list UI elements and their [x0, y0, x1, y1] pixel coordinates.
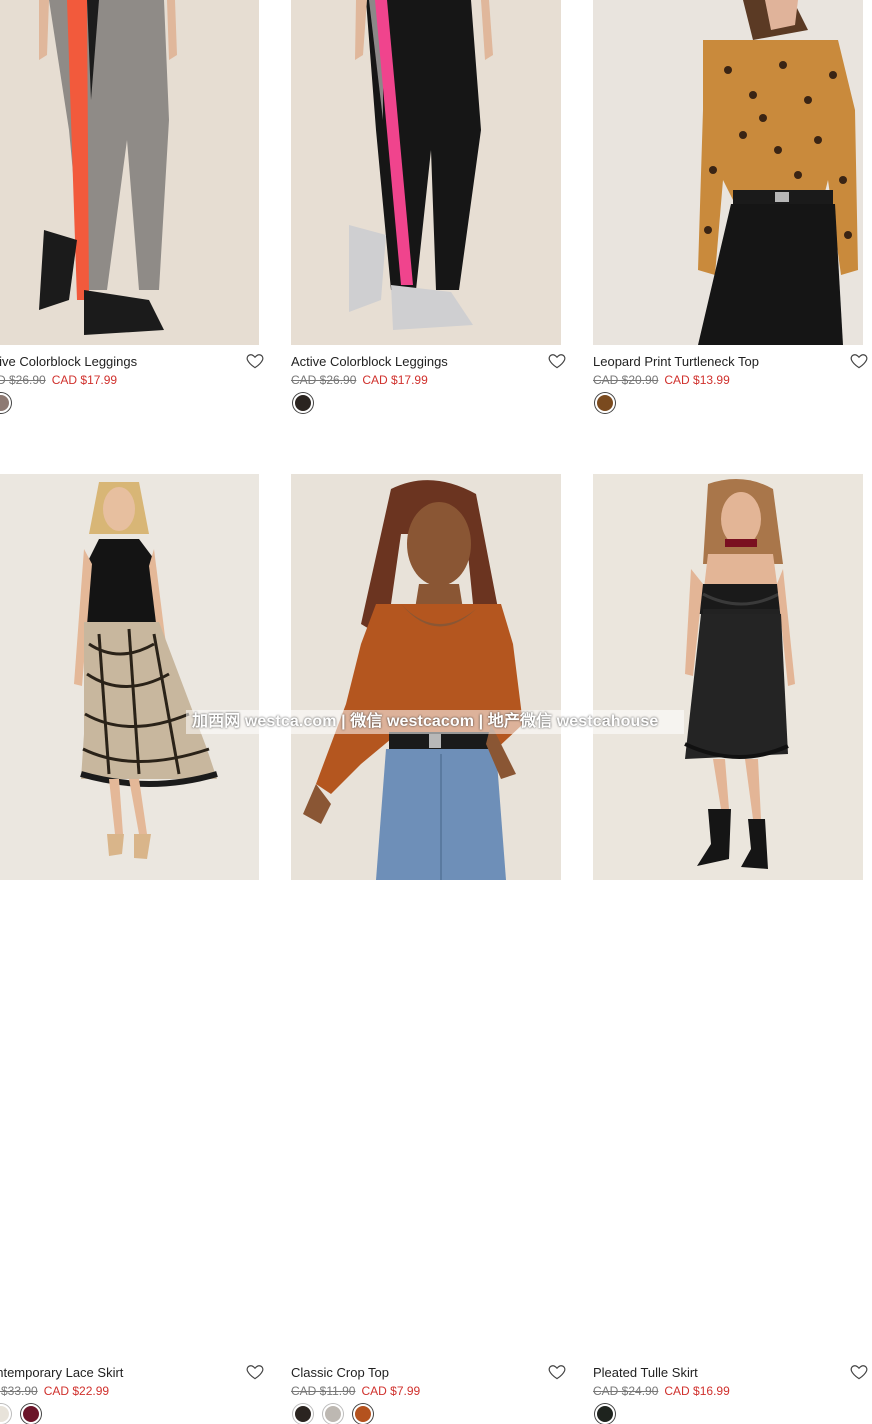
heart-icon[interactable] — [849, 1362, 869, 1382]
color-swatches — [0, 393, 11, 413]
product-image[interactable] — [593, 0, 863, 345]
product-image[interactable] — [291, 0, 561, 345]
color-swatches — [0, 1404, 41, 1424]
product-name[interactable]: Leopard Print Turtleneck Top — [593, 354, 759, 369]
color-swatch[interactable] — [595, 393, 615, 413]
watermark-banner: 加西网 westca.com | 微信 westcacom | 地产微信 wes… — [186, 710, 684, 734]
original-price: CAD $24.90 — [593, 1384, 659, 1398]
original-price: CAD $20.90 — [593, 373, 659, 387]
product-name[interactable]: Active Colorblock Leggings — [291, 354, 448, 369]
color-swatch[interactable] — [0, 393, 11, 413]
product-image[interactable] — [593, 474, 863, 880]
original-price: CAD $26.90 — [291, 373, 357, 387]
color-swatch[interactable] — [293, 1404, 313, 1424]
product-image[interactable] — [291, 474, 561, 880]
heart-icon[interactable] — [245, 1362, 265, 1382]
product-name[interactable]: Classic Crop Top — [291, 1365, 389, 1380]
sale-price: CAD $17.99 — [362, 373, 428, 387]
color-swatches — [293, 393, 313, 413]
original-price: AD $26.90 — [0, 373, 46, 387]
color-swatches — [595, 393, 615, 413]
heart-icon[interactable] — [547, 1362, 567, 1382]
color-swatch[interactable] — [293, 393, 313, 413]
color-swatches — [595, 1404, 615, 1424]
product-image[interactable] — [0, 0, 259, 345]
color-swatch[interactable] — [0, 1404, 11, 1424]
heart-icon[interactable] — [245, 351, 265, 371]
sale-price: CAD $7.99 — [361, 1384, 421, 1398]
heart-icon[interactable] — [547, 351, 567, 371]
color-swatch[interactable] — [595, 1404, 615, 1424]
original-price: CAD $11.90 — [291, 1384, 356, 1398]
product-name[interactable]: ctive Colorblock Leggings — [0, 354, 137, 369]
product-name[interactable]: ontemporary Lace Skirt — [0, 1365, 123, 1380]
sale-price: CAD $13.99 — [664, 373, 730, 387]
sale-price: CAD $22.99 — [43, 1384, 110, 1398]
sale-price: CAD $16.99 — [664, 1384, 730, 1398]
color-swatch[interactable] — [323, 1404, 343, 1424]
product-name[interactable]: Pleated Tulle Skirt — [593, 1365, 698, 1380]
heart-icon[interactable] — [849, 351, 869, 371]
color-swatch[interactable] — [353, 1404, 373, 1424]
sale-price: CAD $17.99 — [51, 373, 118, 387]
product-image[interactable] — [0, 474, 259, 880]
original-price: D $33.90 — [0, 1384, 38, 1398]
color-swatches — [293, 1404, 373, 1424]
color-swatch[interactable] — [21, 1404, 41, 1424]
